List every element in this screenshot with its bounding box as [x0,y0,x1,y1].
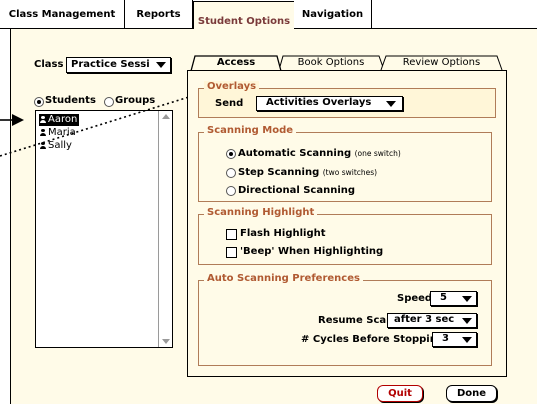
tab-access[interactable]: Access [195,56,277,70]
step-scanning-label: Step Scanning (two switches) [238,167,378,178]
cycles-select[interactable]: 3 [432,332,477,347]
chevron-down-icon [462,318,472,324]
beep-highlight-checkbox[interactable] [226,247,237,258]
speed-label: Speed [397,293,433,304]
directional-scanning-label: Directional Scanning [238,185,356,196]
cycles-select-value: 3 [442,333,449,344]
beep-highlight-label: 'Beep' When Highlighting [240,246,384,257]
automatic-scanning-radio[interactable] [226,149,236,159]
tab-book-options[interactable]: Book Options [283,56,379,70]
chevron-down-icon [462,296,472,302]
tab-label: Book Options [297,57,365,68]
flash-highlight-checkbox[interactable] [226,229,237,240]
quit-button[interactable]: Quit [377,385,423,402]
directional-scanning-radio[interactable] [226,186,236,196]
cycles-label: # Cycles Before Stopping [301,334,444,345]
send-select-value: Activities Overlays [266,97,372,108]
scanning-highlight-group: Scanning Highlight [198,207,492,265]
scanning-highlight-title: Scanning Highlight [204,207,318,218]
speed-select[interactable]: 5 [430,291,477,306]
resume-scan-select-value: after 3 sec [394,314,455,325]
automatic-scanning-label: Automatic Scanning (one switch) [238,148,401,159]
chevron-down-icon [386,101,396,107]
flash-highlight-label: Flash Highlight [240,228,326,239]
send-select[interactable]: Activities Overlays [256,96,403,111]
resume-scan-label: Resume Scan [318,315,394,326]
done-button[interactable]: Done [446,385,497,402]
speed-select-value: 5 [440,292,447,303]
tab-label: Review Options [402,57,481,68]
send-label: Send [215,98,244,109]
resume-scan-select[interactable]: after 3 sec [387,313,477,328]
scanning-mode-title: Scanning Mode [204,125,297,136]
tab-review-options[interactable]: Review Options [386,56,497,70]
tab-label: Access [216,57,256,68]
auto-scanning-preferences-title: Auto Scanning Preferences [204,273,363,284]
chevron-down-icon [462,337,472,343]
overlays-title: Overlays [204,81,260,92]
step-scanning-radio[interactable] [226,168,236,178]
